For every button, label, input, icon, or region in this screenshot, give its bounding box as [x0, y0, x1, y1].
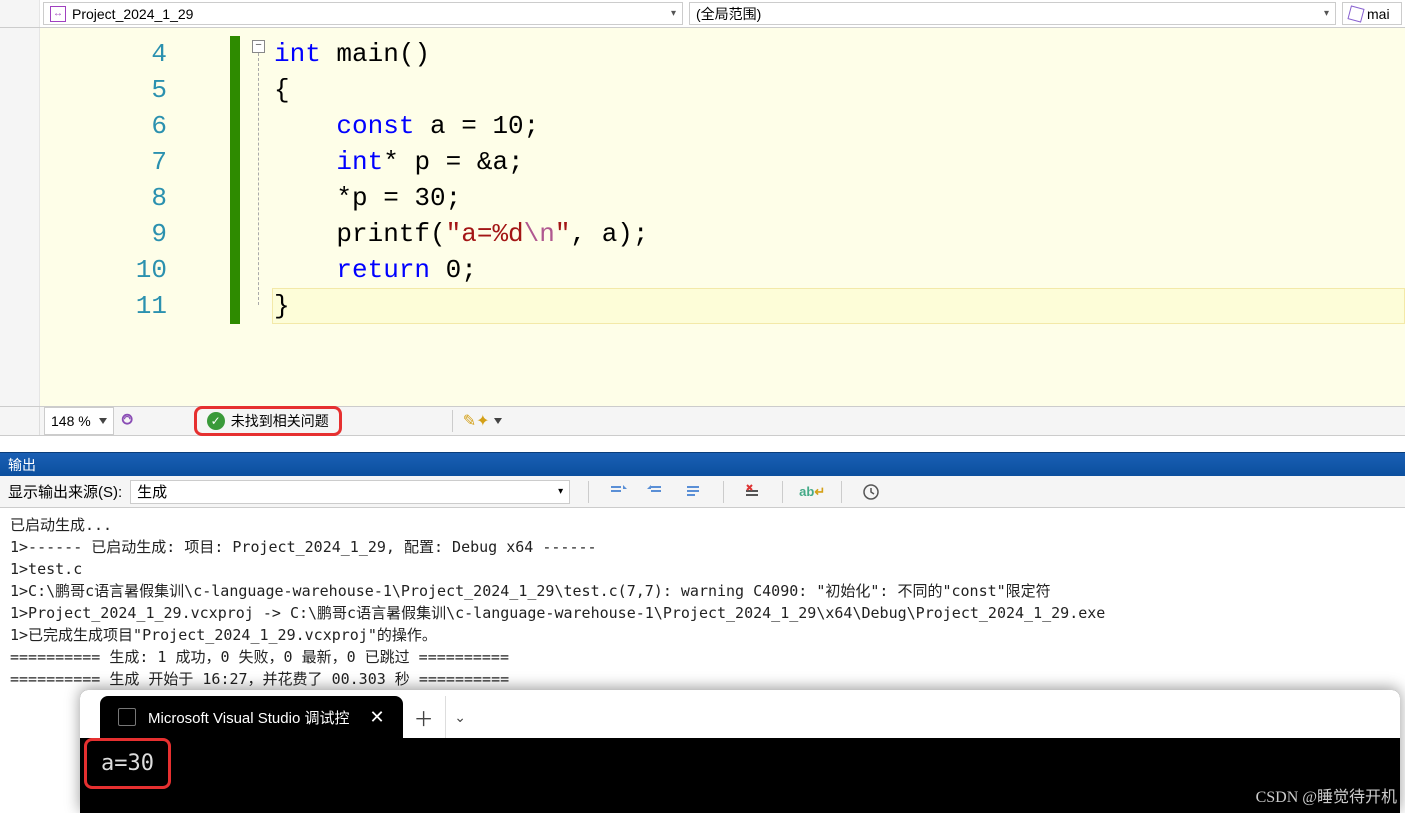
- fold-guide: [258, 53, 259, 305]
- output-text[interactable]: 已启动生成... 1>------ 已启动生成: 项目: Project_202…: [0, 508, 1405, 696]
- chevron-down-icon: ▾: [558, 486, 563, 497]
- goto-prev-icon[interactable]: [607, 481, 629, 503]
- check-icon: ✓: [207, 412, 225, 430]
- editor-margin: [0, 28, 40, 406]
- issues-status-highlight: ✓ 未找到相关问题: [194, 406, 342, 436]
- new-tab-button[interactable]: ＋: [403, 696, 445, 738]
- project-dropdown[interactable]: ↔ Project_2024_1_29 ▾: [43, 2, 683, 25]
- scope-dropdown[interactable]: (全局范围) ▾: [689, 2, 1336, 25]
- project-icon: ↔: [50, 6, 66, 22]
- goto-next-icon[interactable]: [645, 481, 667, 503]
- function-label: mai: [1367, 6, 1390, 22]
- terminal-tab[interactable]: Microsoft Visual Studio 调试控 ✕: [100, 696, 403, 738]
- find-icon[interactable]: ab↵: [801, 481, 823, 503]
- fold-column: −: [252, 36, 266, 305]
- terminal-output-highlight: a=30: [84, 738, 171, 789]
- line-number-gutter: 4567891011: [40, 28, 185, 406]
- terminal-body[interactable]: a=30: [80, 738, 1400, 758]
- function-dropdown[interactable]: mai: [1342, 2, 1402, 25]
- editor-status-bar: 148 % ✓ 未找到相关问题 ✎✦: [0, 406, 1405, 436]
- chevron-down-icon: ▾: [1324, 8, 1329, 19]
- terminal-tab-bar: Microsoft Visual Studio 调试控 ✕ ＋ ⌄: [80, 690, 1400, 738]
- watermark: CSDN @睡觉待开机: [1256, 783, 1397, 807]
- format-wand-icon[interactable]: ✎✦: [463, 411, 490, 431]
- context-dropdown-bar: ↔ Project_2024_1_29 ▾ (全局范围) ▾ mai: [0, 0, 1405, 28]
- terminal-tab-title: Microsoft Visual Studio 调试控: [148, 707, 349, 728]
- chevron-down-icon: ▾: [671, 8, 676, 19]
- chevron-down-icon[interactable]: [494, 418, 502, 424]
- code-editor[interactable]: 4567891011 − int main(){ const a = 10; i…: [0, 28, 1405, 406]
- status-spacer: [0, 407, 40, 435]
- clock-icon[interactable]: [860, 481, 882, 503]
- separator: [782, 481, 783, 503]
- output-source-label: 显示输出来源(S):: [8, 481, 122, 502]
- code-text[interactable]: int main(){ const a = 10; int* p = &a; *…: [274, 36, 649, 324]
- output-toolbar: 显示输出来源(S): 生成 ▾ ab↵: [0, 476, 1405, 508]
- tab-menu-button[interactable]: ⌄: [445, 696, 475, 738]
- output-panel-header[interactable]: 输出: [0, 452, 1405, 476]
- terminal-window: Microsoft Visual Studio 调试控 ✕ ＋ ⌄ a=30: [80, 690, 1400, 813]
- output-source-value: 生成: [137, 481, 167, 502]
- intellisense-icon[interactable]: [120, 412, 138, 430]
- output-source-dropdown[interactable]: 生成 ▾: [130, 480, 570, 504]
- output-panel-title: 输出: [8, 455, 36, 475]
- issues-text: 未找到相关问题: [231, 411, 329, 431]
- zoom-value: 148 %: [51, 413, 91, 429]
- project-label: Project_2024_1_29: [72, 6, 193, 22]
- scope-label: (全局范围): [696, 4, 761, 24]
- wrap-icon[interactable]: [683, 481, 705, 503]
- nav-left-spacer: [0, 0, 40, 27]
- separator: [588, 481, 589, 503]
- close-icon[interactable]: ✕: [369, 707, 384, 728]
- separator: [841, 481, 842, 503]
- zoom-dropdown[interactable]: 148 %: [44, 407, 114, 435]
- code-area[interactable]: 4567891011 − int main(){ const a = 10; i…: [40, 28, 1405, 406]
- change-indicator: [230, 36, 240, 324]
- separator: [452, 410, 453, 432]
- clear-icon[interactable]: [742, 481, 764, 503]
- separator: [723, 481, 724, 503]
- chevron-down-icon: [99, 418, 107, 424]
- terminal-icon: [118, 708, 136, 726]
- collapse-icon[interactable]: −: [252, 40, 265, 53]
- cube-icon: [1347, 5, 1364, 22]
